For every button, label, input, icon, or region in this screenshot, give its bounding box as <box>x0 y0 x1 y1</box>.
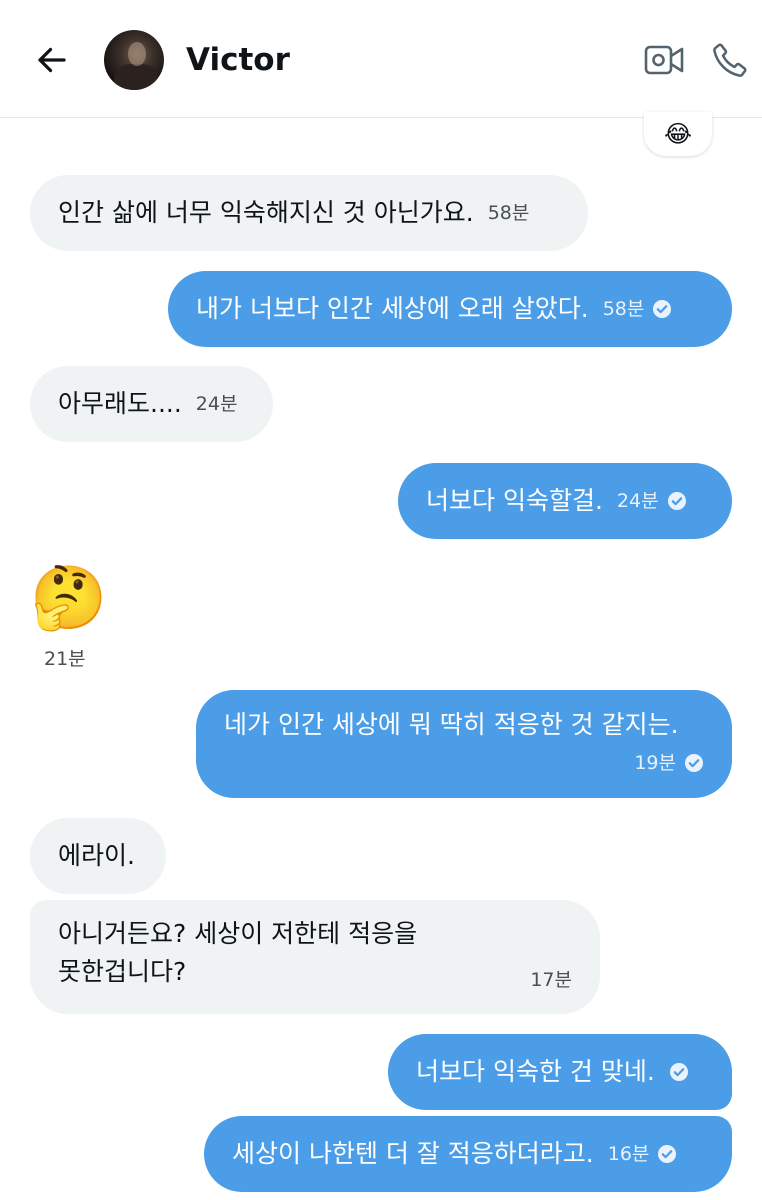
message-text: 인간 삶에 너무 익숙해지신 것 아닌가요. <box>58 198 474 227</box>
phone-icon <box>713 43 747 77</box>
video-camera-icon <box>644 45 684 75</box>
check-circle-icon <box>667 492 686 510</box>
message-text: 너보다 익숙한 건 맞네. <box>416 1057 655 1086</box>
message-time: 24분 <box>195 393 238 415</box>
message-time: 21분 <box>44 648 86 670</box>
message-bubble-outgoing[interactable]: 네가 인간 세상에 뭐 딱히 적응한 것 같지는. 19분 <box>196 690 732 798</box>
check-circle-icon <box>685 754 703 772</box>
message-bubble-outgoing[interactable]: 세상이 나한텐 더 잘 적응하더라고. 16분 <box>204 1116 732 1192</box>
message-text: 너보다 익숙할걸. <box>426 486 603 515</box>
message-time: 24분 <box>616 490 659 512</box>
message-time: 58분 <box>602 298 645 320</box>
message-meta: 19분 <box>634 744 704 782</box>
message-text: 세상이 나한텐 더 잘 적응하더라고. <box>232 1139 594 1168</box>
avatar[interactable] <box>104 30 164 90</box>
check-circle-icon <box>669 1063 688 1081</box>
conversation-header: Victor <box>0 0 762 118</box>
message-text: 내가 너보다 인간 세상에 오래 살았다. <box>196 294 589 323</box>
message-bubble-incoming[interactable]: 아니거든요? 세상이 저한테 적응을 못한겁니다? 17분 <box>30 900 600 1014</box>
check-circle-icon <box>658 1145 677 1163</box>
back-button[interactable] <box>30 38 74 82</box>
message-bubble-incoming[interactable]: 인간 삶에 너무 익숙해지신 것 아닌가요. 58분 <box>30 175 588 251</box>
message-time: 58분 <box>487 202 530 224</box>
check-circle-icon <box>653 300 672 318</box>
message-time: 17분 <box>530 969 572 991</box>
laughing-emoji-icon: 😂 <box>663 120 693 148</box>
message-bubble-outgoing[interactable]: 내가 너보다 인간 세상에 오래 살았다. 58분 <box>168 271 732 347</box>
conversation-title[interactable]: Victor <box>186 38 290 82</box>
message-bubble-outgoing[interactable]: 너보다 익숙할걸. 24분 <box>398 463 732 539</box>
message-text: 에라이. <box>58 841 135 870</box>
phone-call-button[interactable] <box>706 36 754 84</box>
message-text: 네가 인간 세상에 뭐 딱히 적응한 것 같지는. <box>224 710 679 739</box>
message-text: 아무래도.... <box>58 389 182 418</box>
video-call-button[interactable] <box>640 38 688 82</box>
message-bubble-outgoing[interactable]: 너보다 익숙한 건 맞네. <box>388 1034 732 1110</box>
message-bubble-incoming[interactable]: 에라이. <box>30 818 166 894</box>
arrow-left-icon <box>38 47 66 73</box>
reaction-chip[interactable]: 😂 <box>644 112 712 156</box>
message-text-line: 아니거든요? 세상이 저한테 적응을 <box>58 919 418 948</box>
thinking-emoji-message[interactable]: 🤔 <box>30 560 107 636</box>
message-bubble-incoming[interactable]: 아무래도.... 24분 <box>30 366 273 442</box>
message-time: 16분 <box>607 1143 650 1165</box>
message-text-line: 못한겁니다? <box>58 957 187 986</box>
message-time: 19분 <box>634 752 676 774</box>
